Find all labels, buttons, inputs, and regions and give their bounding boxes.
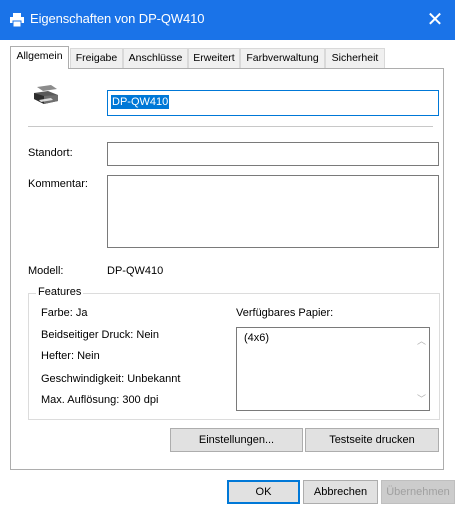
preferences-button[interactable]: Einstellungen... [170,428,303,452]
scroll-up-icon[interactable]: ︿ [417,334,426,347]
model-label: Modell: [28,265,64,277]
model-value: DP-QW410 [107,265,164,277]
printer-name-field[interactable]: DP-QW410 [107,90,439,116]
location-label: Standort: [28,147,73,159]
comment-label: Kommentar: [28,178,88,190]
scroll-down-icon[interactable]: ﹀ [417,392,426,405]
tab-sicherheit[interactable]: Sicherheit [325,48,385,68]
printer-large-icon [34,85,58,104]
cancel-button[interactable]: Abbrechen [303,480,378,504]
feature-duplex: Beidseitiger Druck: Nein [41,329,159,341]
tab-erweitert[interactable]: Erweitert [188,48,240,68]
feature-resolution: Max. Auflösung: 300 dpi [41,394,159,406]
paper-listbox[interactable]: (4x6) ︿ ﹀ [236,327,430,411]
list-item[interactable]: (4x6) [244,332,269,344]
tab-label: Allgemein [16,50,63,62]
comment-textarea[interactable] [107,175,439,248]
features-legend: Features [36,286,84,298]
apply-button[interactable]: Übernehmen [381,480,455,504]
feature-staple: Hefter: Nein [41,350,100,362]
feature-speed: Geschwindigkeit: Unbekannt [41,373,181,385]
ok-button[interactable]: OK [227,480,300,504]
separator [28,126,433,127]
tab-label: Erweitert [193,52,235,64]
tab-label: Farbverwaltung [246,52,319,64]
printer-name-text: DP-QW410 [111,95,170,109]
scrollbar[interactable]: ︿ ﹀ [413,328,429,410]
test-page-button[interactable]: Testseite drucken [305,428,439,452]
window-title: Eigenschaften von DP-QW410 [30,11,205,26]
paper-label: Verfügbares Papier: [236,307,334,319]
close-icon[interactable]: ✕ [415,0,455,40]
tab-farbverwaltung[interactable]: Farbverwaltung [240,48,325,68]
location-input[interactable] [107,142,439,166]
tab-label: Sicherheit [331,52,379,64]
tab-freigabe[interactable]: Freigabe [70,48,123,68]
tab-allgemein[interactable]: Allgemein [10,46,69,69]
tab-label: Freigabe [75,52,118,64]
printer-icon [10,13,24,27]
feature-color: Farbe: Ja [41,307,88,319]
tab-label: Anschlüsse [128,52,183,64]
tab-anschluesse[interactable]: Anschlüsse [123,48,188,68]
title-bar: Eigenschaften von DP-QW410 ✕ [0,0,455,40]
